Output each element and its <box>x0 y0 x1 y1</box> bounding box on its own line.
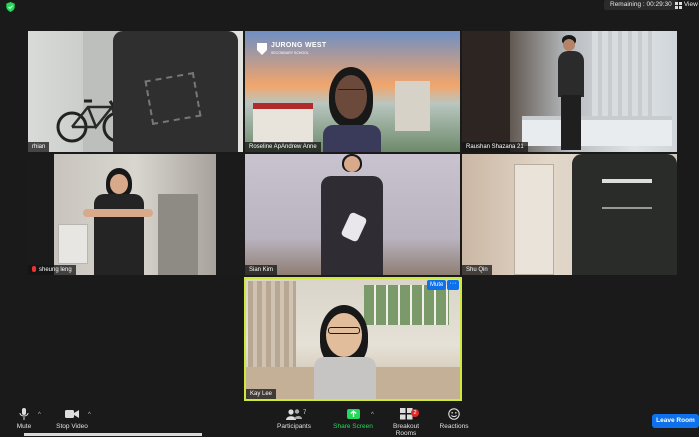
participants-count: 7 <box>303 410 307 416</box>
grid-view-icon <box>675 1 682 9</box>
participant-name-tag: Roseline ApAndrew Anne <box>245 142 321 152</box>
participant-name-tag: sheung leng <box>28 265 76 275</box>
security-shield-icon[interactable] <box>6 2 15 12</box>
school-tower <box>395 81 430 131</box>
logo-subtitle: SECONDARY SCHOOL <box>271 51 309 55</box>
mute-label: Mute <box>16 423 32 430</box>
participant-face <box>563 39 575 51</box>
microphone-icon <box>19 408 29 420</box>
participant-figure <box>572 154 677 275</box>
meeting-top-bar: Remaining : 00:29:30 View <box>0 0 699 12</box>
share-screen-icon <box>346 409 360 419</box>
bed <box>522 116 672 146</box>
participant-face <box>344 156 360 172</box>
participant-figure <box>558 51 584 97</box>
participant-name-tag: Raushan Shazana 21 <box>462 142 528 152</box>
participant-glasses <box>338 89 364 94</box>
participants-icon <box>286 409 302 420</box>
participant-glasses <box>328 327 360 334</box>
share-options-caret-icon[interactable]: ^ <box>371 412 374 418</box>
participant-face <box>335 75 367 119</box>
bottom-scroll-indicator <box>24 433 202 436</box>
view-button[interactable]: View <box>675 0 698 10</box>
video-tile-sheung-leng[interactable]: sheung leng <box>28 154 243 275</box>
participant-mute-button[interactable]: Mute <box>427 280 447 290</box>
wardrobe <box>462 31 510 152</box>
video-camera-icon <box>65 410 79 418</box>
reactions-button[interactable]: Reactions <box>438 408 470 430</box>
participant-figure <box>94 194 144 275</box>
video-tile-sian-kim[interactable]: Sian Kim <box>245 154 460 275</box>
door <box>514 164 554 275</box>
participants-label: Participants <box>277 423 311 430</box>
view-label: View <box>683 1 698 8</box>
shirt-print <box>602 179 652 209</box>
video-tile-raushan[interactable]: Raushan Shazana 21 <box>462 31 677 152</box>
participants-button[interactable]: Participants <box>276 408 312 430</box>
reactions-smiley-icon <box>448 408 460 420</box>
participant-arms <box>83 209 153 217</box>
share-screen-label: Share Screen <box>333 423 373 430</box>
school-logo: JURONG WEST SECONDARY SCHOOL <box>257 41 337 61</box>
remaining-time-display: Remaining : 00:29:30 <box>604 0 678 10</box>
participant-face <box>110 174 128 194</box>
school-crest-icon <box>257 43 267 55</box>
participant-more-button[interactable]: ··· <box>447 280 459 290</box>
stop-video-button[interactable]: Stop Video <box>54 408 90 430</box>
stop-video-label: Stop Video <box>56 423 88 430</box>
video-tile-shu-qin[interactable]: Shu Qin <box>462 154 677 275</box>
mute-button[interactable]: Mute <box>12 408 36 430</box>
curtain <box>592 31 652 121</box>
participant-name-tag: Sian Kim <box>245 265 278 275</box>
breakout-rooms-button[interactable]: Breakout Rooms <box>382 408 430 437</box>
curtain <box>248 281 296 376</box>
video-tile-rhian[interactable]: rhian <box>28 31 243 152</box>
window <box>364 285 449 325</box>
participant-name-tag: Shu Qin <box>462 265 492 275</box>
reactions-label: Reactions <box>439 423 469 430</box>
share-screen-button[interactable]: Share Screen <box>333 408 373 430</box>
muted-mic-icon <box>32 266 36 272</box>
video-options-caret-icon[interactable]: ^ <box>88 412 91 418</box>
participant-name-tag: rhian <box>28 142 50 152</box>
video-tile-kay-lee[interactable]: Kay Lee <box>244 277 462 401</box>
school-building <box>253 103 313 143</box>
participant-legs <box>561 95 581 150</box>
breakout-rooms-label: Breakout Rooms <box>392 423 420 437</box>
participant-shirt <box>323 125 381 152</box>
breakout-rooms-badge: 2 <box>411 409 419 417</box>
doorway <box>158 194 198 275</box>
participant-shirt <box>314 357 376 401</box>
video-tile-roseline[interactable]: JURONG WEST SECONDARY SCHOOL Roseline Ap… <box>245 31 460 152</box>
participant-name-tag: Kay Lee <box>246 389 277 399</box>
audio-options-caret-icon[interactable]: ^ <box>38 412 41 418</box>
logo-title: JURONG WEST <box>271 42 327 49</box>
leave-room-button[interactable]: Leave Room <box>652 414 699 428</box>
shirt-print <box>144 72 202 125</box>
shelf <box>58 224 88 264</box>
participant-face <box>326 313 362 357</box>
